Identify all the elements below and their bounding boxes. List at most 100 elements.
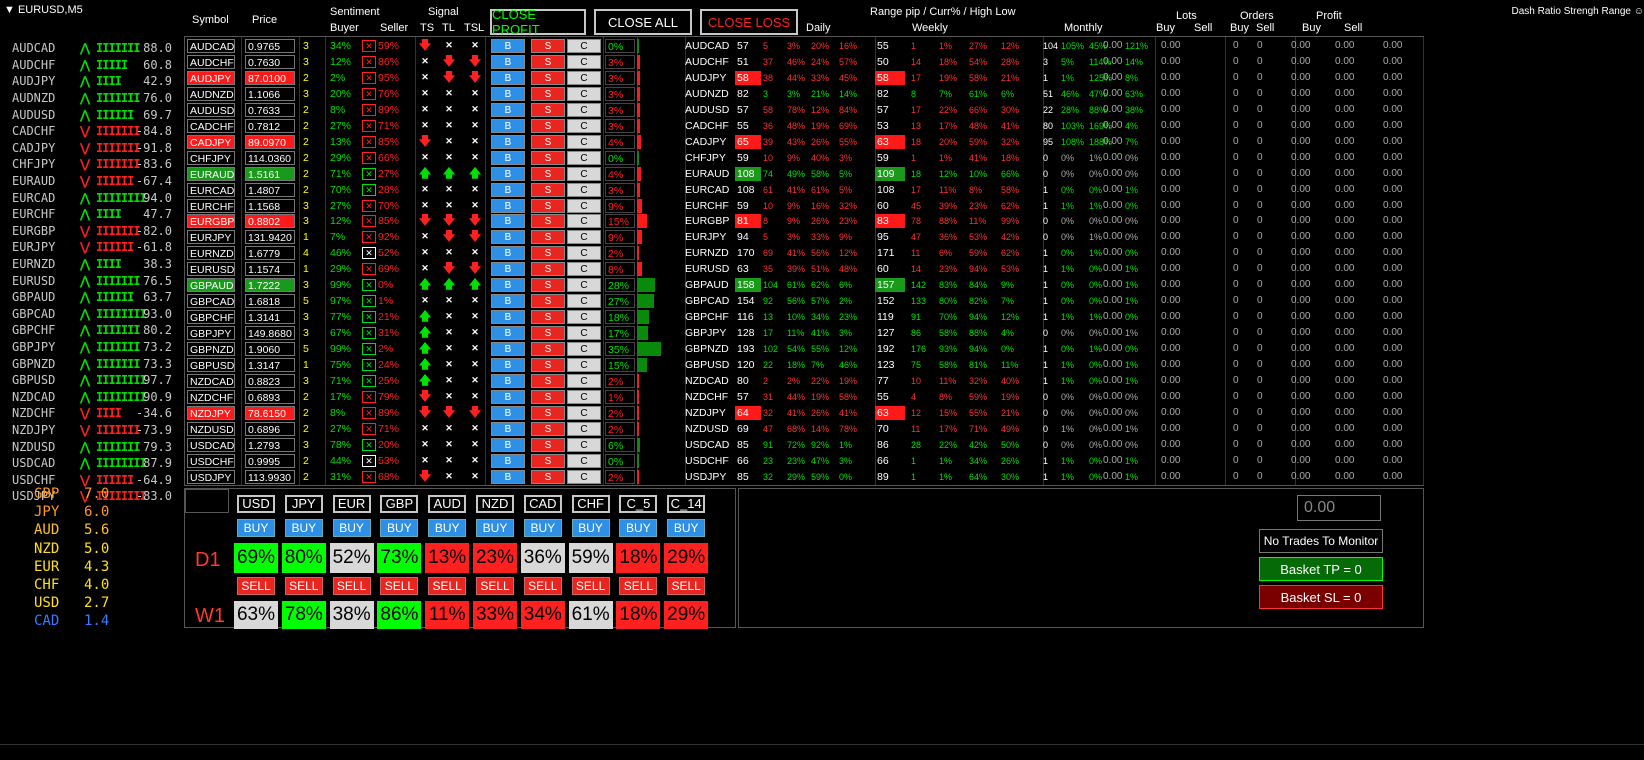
close-button[interactable]: C (567, 405, 601, 420)
sell-button[interactable]: S (531, 294, 565, 309)
currency-buy-button[interactable]: BUY (284, 519, 323, 537)
sell-button[interactable]: S (531, 278, 565, 293)
sell-button[interactable]: S (531, 326, 565, 341)
buy-button[interactable]: B (491, 278, 525, 293)
close-button[interactable]: C (567, 437, 601, 452)
close-button[interactable]: C (567, 421, 601, 436)
close-button[interactable]: C (567, 262, 601, 277)
close-button[interactable]: C (567, 150, 601, 165)
sell-button[interactable]: S (531, 389, 565, 404)
buy-button[interactable]: B (491, 134, 525, 149)
sell-button[interactable]: S (531, 373, 565, 388)
close-button[interactable]: C (567, 453, 601, 468)
sell-button[interactable]: S (531, 39, 565, 53)
sell-button[interactable]: S (531, 70, 565, 85)
sell-button[interactable]: S (531, 437, 565, 452)
close-button[interactable]: C (567, 358, 601, 372)
currency-buy-button[interactable]: BUY (476, 519, 514, 537)
buy-button[interactable]: B (491, 326, 525, 341)
currency-sell-button[interactable]: SELL (667, 577, 706, 595)
buy-button[interactable]: B (491, 421, 525, 436)
buy-button[interactable]: B (491, 310, 525, 325)
sell-button[interactable]: S (531, 421, 565, 436)
sell-button[interactable]: S (531, 150, 565, 165)
currency-buy-button[interactable]: BUY (523, 519, 562, 537)
buy-button[interactable]: B (491, 198, 525, 213)
sell-button[interactable]: S (531, 310, 565, 325)
close-button[interactable]: C (567, 102, 601, 117)
close-button[interactable]: C (567, 39, 601, 53)
buy-button[interactable]: B (491, 214, 525, 229)
currency-sell-button[interactable]: SELL (284, 577, 323, 595)
sell-button[interactable]: S (531, 405, 565, 420)
close-button[interactable]: C (567, 134, 601, 149)
sell-button[interactable]: S (531, 198, 565, 213)
currency-buy-button[interactable]: BUY (332, 519, 371, 537)
close-button[interactable]: C (567, 70, 601, 85)
buy-button[interactable]: B (491, 453, 525, 468)
sell-button[interactable]: S (531, 358, 565, 372)
currency-sell-button[interactable]: SELL (380, 577, 419, 595)
close-button[interactable]: C (567, 198, 601, 213)
currency-buy-button[interactable]: BUY (667, 519, 706, 537)
close-button[interactable]: C (567, 182, 601, 197)
close-button[interactable]: C (567, 469, 601, 484)
buy-button[interactable]: B (491, 294, 525, 309)
close-button[interactable]: C (567, 278, 601, 293)
sell-button[interactable]: S (531, 134, 565, 149)
close-button[interactable]: C (567, 342, 601, 357)
currency-sell-button[interactable]: SELL (332, 577, 371, 595)
buy-button[interactable]: B (491, 246, 525, 261)
close-profit-button[interactable]: CLOSE PROFIT (490, 7, 586, 37)
close-button[interactable]: C (567, 246, 601, 261)
close-button[interactable]: C (567, 166, 601, 181)
buy-button[interactable]: B (491, 182, 525, 197)
buy-button[interactable]: B (491, 437, 525, 452)
sell-button[interactable]: S (531, 469, 565, 484)
buy-button[interactable]: B (491, 70, 525, 85)
sell-button[interactable]: S (531, 182, 565, 197)
currency-buy-button[interactable]: BUY (571, 519, 610, 537)
buy-button[interactable]: B (491, 230, 525, 245)
close-button[interactable]: C (567, 214, 601, 229)
sell-button[interactable]: S (531, 86, 565, 101)
buy-button[interactable]: B (491, 54, 525, 69)
close-button[interactable]: C (567, 294, 601, 309)
sell-button[interactable]: S (531, 102, 565, 117)
close-button[interactable]: C (567, 118, 601, 133)
sell-button[interactable]: S (531, 54, 565, 69)
close-loss-button[interactable]: CLOSE LOSS (700, 9, 798, 35)
buy-button[interactable]: B (491, 405, 525, 420)
buy-button[interactable]: B (491, 469, 525, 484)
currency-buy-button[interactable]: BUY (619, 519, 658, 537)
buy-button[interactable]: B (491, 102, 525, 117)
close-button[interactable]: C (567, 54, 601, 69)
currency-sell-button[interactable]: SELL (476, 577, 514, 595)
currency-sell-button[interactable]: SELL (237, 577, 275, 595)
buy-button[interactable]: B (491, 150, 525, 165)
currency-sell-button[interactable]: SELL (428, 577, 467, 595)
sell-button[interactable]: S (531, 214, 565, 229)
close-button[interactable]: C (567, 326, 601, 341)
close-button[interactable]: C (567, 230, 601, 245)
sell-button[interactable]: S (531, 453, 565, 468)
sell-button[interactable]: S (531, 230, 565, 245)
currency-sell-button[interactable]: SELL (571, 577, 610, 595)
buy-button[interactable]: B (491, 39, 525, 53)
currency-buy-button[interactable]: BUY (428, 519, 467, 537)
buy-button[interactable]: B (491, 373, 525, 388)
close-all-button[interactable]: CLOSE ALL (594, 9, 692, 35)
sell-button[interactable]: S (531, 118, 565, 133)
buy-button[interactable]: B (491, 342, 525, 357)
buy-button[interactable]: B (491, 389, 525, 404)
buy-button[interactable]: B (491, 118, 525, 133)
close-button[interactable]: C (567, 86, 601, 101)
close-button[interactable]: C (567, 310, 601, 325)
buy-button[interactable]: B (491, 166, 525, 181)
close-button[interactable]: C (567, 389, 601, 404)
buy-button[interactable]: B (491, 86, 525, 101)
buy-button[interactable]: B (491, 262, 525, 277)
sell-button[interactable]: S (531, 262, 565, 277)
sell-button[interactable]: S (531, 166, 565, 181)
buy-button[interactable]: B (491, 358, 525, 372)
